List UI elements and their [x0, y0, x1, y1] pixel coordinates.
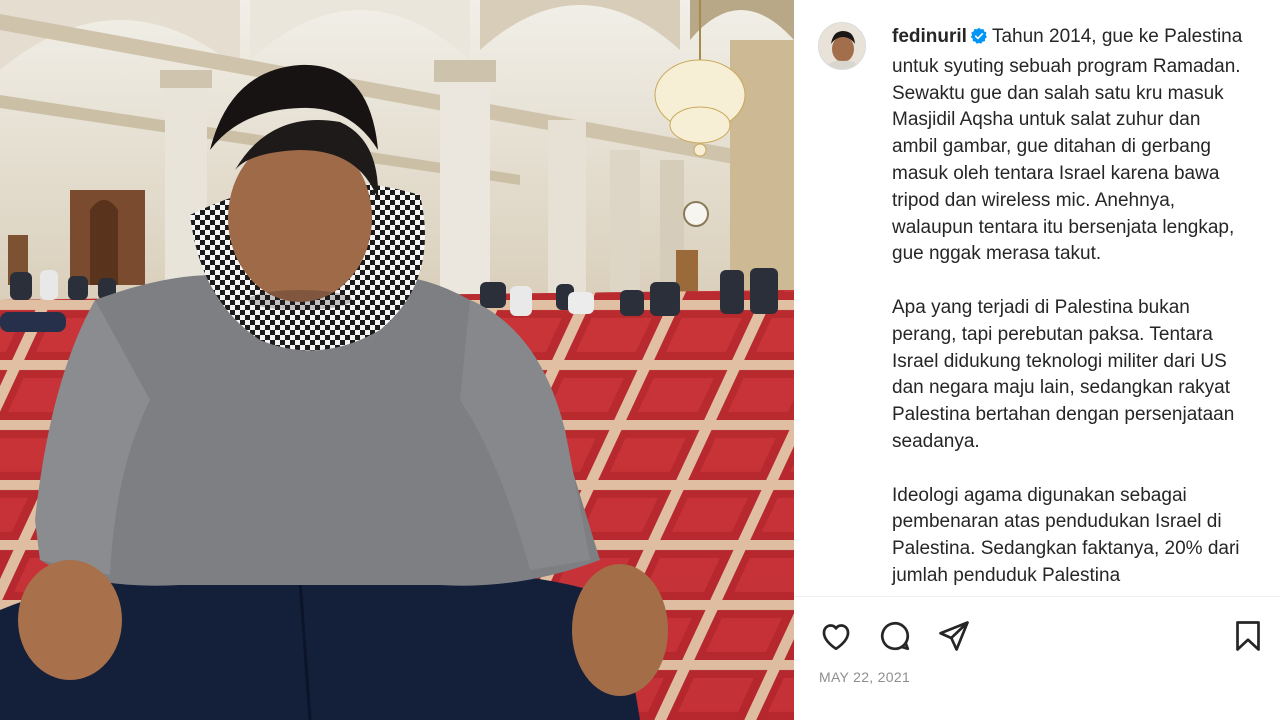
bookmark-icon — [1236, 621, 1260, 651]
avatar[interactable] — [818, 22, 866, 70]
username-link[interactable]: fedinuril — [892, 26, 967, 47]
share-icon — [939, 621, 969, 651]
share-button[interactable] — [934, 616, 974, 656]
heart-icon — [822, 624, 850, 651]
post-date[interactable]: MAY 22, 2021 — [819, 669, 910, 685]
post-caption: fedinuril Tahun 2014, gue ke Palestina un… — [892, 24, 1250, 590]
post-detail-panel: fedinuril Tahun 2014, gue ke Palestina un… — [794, 0, 1280, 720]
caption-scroll-area[interactable]: fedinuril Tahun 2014, gue ke Palestina un… — [794, 0, 1280, 596]
save-button[interactable] — [1228, 616, 1268, 656]
caption-paragraph-2: Apa yang terjadi di Palestina bukan pera… — [892, 296, 1240, 452]
mosque-scene — [0, 0, 794, 720]
post-photo[interactable] — [0, 0, 794, 720]
comment-icon — [880, 621, 910, 651]
caption-paragraph-1: Tahun 2014, gue ke Palestina untuk syuti… — [892, 26, 1248, 265]
divider — [794, 596, 1280, 597]
caption-paragraph-3: Ideologi agama digunakan sebagai pembena… — [892, 484, 1245, 586]
comment-button[interactable] — [875, 616, 915, 656]
like-button[interactable] — [816, 616, 856, 656]
avatar-image — [819, 23, 865, 69]
verified-badge-icon — [970, 27, 988, 54]
action-bar — [794, 612, 1280, 660]
